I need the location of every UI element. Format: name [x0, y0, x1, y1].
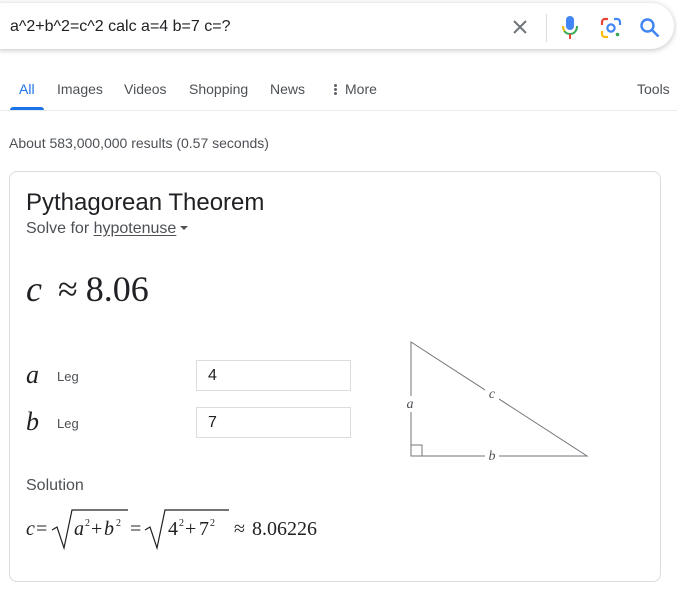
- svg-text:2: 2: [116, 518, 121, 529]
- tab-shopping[interactable]: Shopping: [189, 81, 248, 97]
- right-angle-marker: [410, 444, 423, 457]
- svg-text:+: +: [91, 518, 102, 540]
- search-button[interactable]: [638, 16, 662, 40]
- svg-text:+: +: [185, 518, 196, 540]
- formula-b-value: 7: [199, 518, 209, 540]
- solve-for-row: Solve for hypotenuse: [26, 220, 189, 238]
- diagram-label-b: b: [489, 449, 496, 462]
- tab-news[interactable]: News: [270, 81, 305, 97]
- search-input[interactable]: [10, 16, 490, 38]
- result-stats: About 583,000,000 results (0.57 seconds): [9, 135, 269, 151]
- active-tab-indicator: [10, 107, 44, 110]
- svg-text:=: =: [36, 518, 47, 540]
- tab-videos[interactable]: Videos: [124, 81, 167, 97]
- leg-a-variable: a: [26, 360, 39, 389]
- diagram-label-a: a: [407, 397, 414, 412]
- formula-approx: ≈: [234, 518, 245, 540]
- approx-symbol: ≈: [57, 269, 78, 309]
- leg-b-variable: b: [26, 407, 39, 436]
- diagram-label-c: c: [489, 387, 496, 402]
- search-divider: [546, 14, 547, 42]
- svg-text:b: b: [104, 518, 114, 540]
- leg-a-label: Leg: [57, 369, 79, 384]
- svg-text:2: 2: [210, 518, 215, 529]
- svg-text:2: 2: [179, 518, 184, 529]
- microphone-icon: [562, 16, 578, 39]
- card-title: Pythagorean Theorem: [26, 189, 265, 216]
- lens-search-button[interactable]: [599, 16, 623, 40]
- solution-result: 8.06226: [252, 518, 317, 540]
- search-icon: [640, 18, 660, 38]
- solution-formula: c = a 2 + b 2 = 4 2 + 7 2 ≈ 8.06226: [26, 509, 317, 551]
- svg-text:a: a: [74, 518, 84, 540]
- leg-b-input[interactable]: [196, 407, 351, 438]
- solve-for-dropdown[interactable]: hypotenuse: [94, 220, 177, 237]
- svg-text:c: c: [26, 518, 35, 540]
- result-value: 8.06: [85, 269, 149, 309]
- solve-for-label: Solve for: [26, 220, 90, 237]
- search-bar: [0, 3, 674, 49]
- pythagorean-calculator-card: Pythagorean Theorem Solve for hypotenuse…: [9, 171, 661, 582]
- dropdown-caret-icon[interactable]: [180, 226, 189, 230]
- leg-a-input[interactable]: [196, 360, 351, 391]
- voice-search-button[interactable]: [560, 15, 580, 41]
- camera-lens-icon: [600, 17, 622, 39]
- solution-label: Solution: [26, 477, 84, 494]
- svg-text:2: 2: [85, 518, 90, 529]
- clear-search-button[interactable]: [508, 15, 532, 39]
- solve-for-value: hypotenuse: [93, 220, 177, 237]
- close-icon: [513, 20, 527, 34]
- more-vert-icon: [334, 84, 337, 95]
- search-tabs: All Images Videos Shopping News More Too…: [0, 80, 677, 111]
- result-display: c ≈8.06: [26, 268, 149, 310]
- tools-button[interactable]: Tools: [637, 81, 670, 97]
- leg-b-label: Leg: [57, 416, 79, 431]
- right-triangle-diagram: a c b: [404, 341, 589, 462]
- tab-more-label: More: [345, 81, 377, 97]
- tab-more[interactable]: More: [334, 81, 377, 97]
- svg-text:=: =: [130, 518, 141, 540]
- result-variable: c: [26, 269, 42, 309]
- formula-a-value: 4: [168, 518, 178, 540]
- tab-all[interactable]: All: [19, 81, 35, 97]
- tab-images[interactable]: Images: [57, 81, 103, 97]
